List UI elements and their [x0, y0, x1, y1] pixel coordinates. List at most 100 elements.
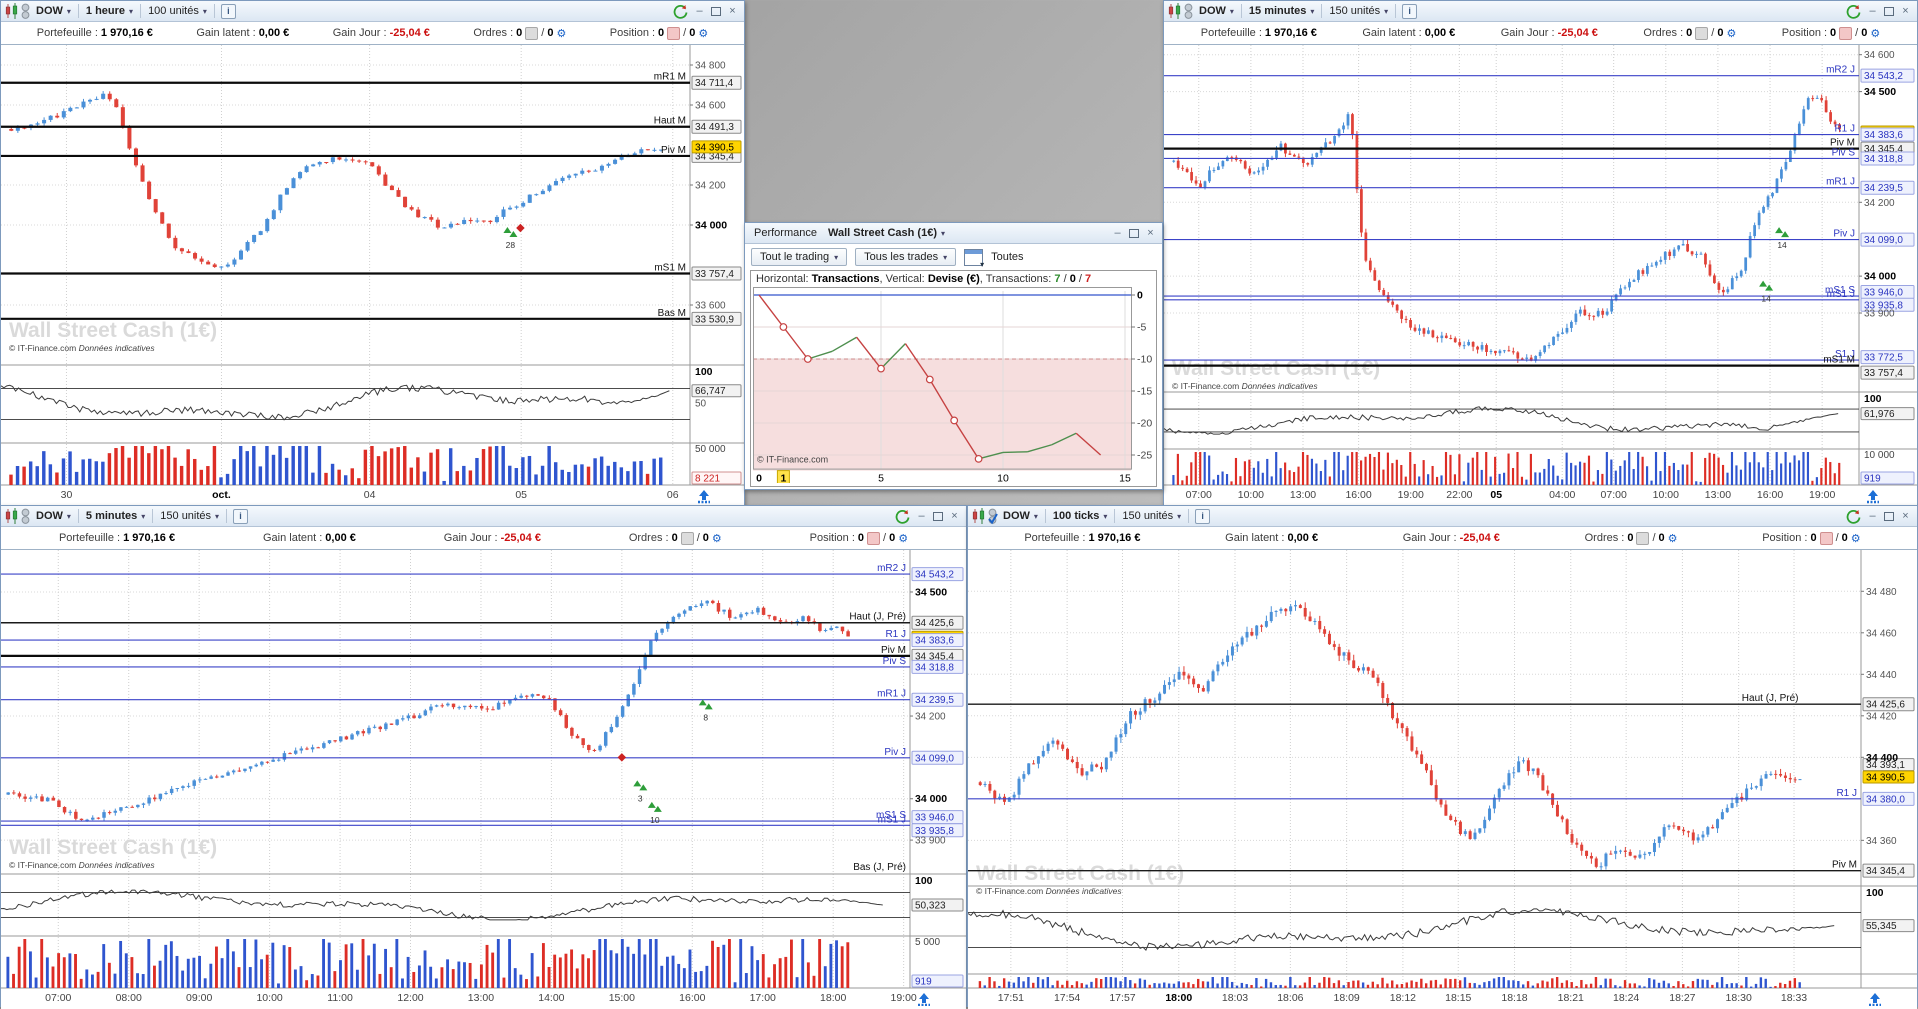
- refresh-sync-icon[interactable]: [895, 509, 910, 524]
- maximize-button[interactable]: [933, 511, 943, 521]
- maximize-button[interactable]: [1884, 6, 1894, 16]
- chart-canvas[interactable]: 30 oct. 04 05 06 Wall Street Cash (1€) © IT-Fi…: [0, 45, 744, 507]
- candlestick-logo-icon: [972, 508, 985, 524]
- position-label: Position :: [1762, 532, 1808, 544]
- close-button[interactable]: ×: [1144, 227, 1157, 239]
- x-axis-label: 12:00: [397, 992, 423, 1004]
- window-link-icon[interactable]: [20, 508, 31, 525]
- orders-list-icon[interactable]: [1695, 26, 1709, 40]
- instrument-dropdown[interactable]: DOW: [998, 509, 1043, 523]
- orders-settings-gear-icon[interactable]: ⚙: [712, 532, 722, 545]
- chart-svg[interactable]: 30 oct. 04 05 06 Wall Street Cash (1€)© IT-Fi…: [0, 45, 744, 504]
- window-link-icon[interactable]: [987, 508, 998, 525]
- chart-svg[interactable]: 17:51 17:54 17:57 18:00 18:03 18:06 18:09 18:12…: [967, 550, 1917, 1007]
- info-icon[interactable]: i: [220, 3, 236, 19]
- timeframe-dropdown[interactable]: 1 heure: [81, 4, 138, 18]
- position-close-icon[interactable]: [867, 531, 880, 545]
- buy-arrow-icon: [633, 780, 642, 787]
- orders-list-icon[interactable]: [680, 531, 694, 545]
- perf-y-tick: -20: [1137, 418, 1152, 430]
- minimize-button[interactable]: –: [1866, 510, 1879, 522]
- position-settings-gear-icon[interactable]: ⚙: [1870, 27, 1880, 40]
- level-label: mS1 J: [1827, 289, 1855, 300]
- x-axis-label: 13:00: [1290, 489, 1316, 501]
- orders-list-icon[interactable]: [525, 26, 539, 40]
- copyright: © IT-Finance.com Données indicatives: [9, 860, 155, 870]
- trade-count-label: 3: [638, 793, 643, 803]
- orders-list-icon[interactable]: [1636, 531, 1650, 545]
- position-count-2: 0: [1841, 532, 1848, 544]
- window-link-icon[interactable]: [1183, 3, 1194, 20]
- instrument-dropdown[interactable]: DOW: [31, 509, 76, 523]
- chart-window-15-minutes[interactable]: DOW 15 minutes 150 unités i – × Portefeuille :…: [1163, 0, 1918, 507]
- info-icon[interactable]: i: [233, 508, 249, 524]
- info-icon[interactable]: i: [1195, 508, 1211, 524]
- timeframe-dropdown[interactable]: 5 minutes: [81, 509, 150, 523]
- chart-canvas[interactable]: 07:00 10:00 13:00 16:00 19:00 22:00 05 04:00 07:…: [1163, 45, 1917, 507]
- orders-settings-gear-icon[interactable]: ⚙: [556, 27, 566, 40]
- timeframe-dropdown[interactable]: 15 minutes: [1244, 4, 1319, 18]
- chart-svg[interactable]: 07:00 08:00 09:00 10:00 11:00 12:00 13:00 14:00…: [0, 550, 966, 1007]
- position-close-icon[interactable]: [1839, 26, 1853, 40]
- chart-svg[interactable]: 07:00 10:00 13:00 16:00 19:00 22:00 05 04:00 07:…: [1163, 45, 1917, 504]
- units-dropdown[interactable]: 150 unités: [1324, 4, 1393, 18]
- orders-settings-gear-icon[interactable]: ⚙: [1668, 532, 1678, 545]
- maximize-button[interactable]: [1884, 511, 1894, 521]
- x-axis-label: 10:00: [1238, 489, 1264, 501]
- close-button[interactable]: ×: [726, 5, 739, 17]
- price-tick: 33 600: [695, 301, 726, 312]
- minimize-button[interactable]: –: [693, 5, 706, 17]
- close-button[interactable]: ×: [1899, 5, 1912, 17]
- account-statusbar: Portefeuille :1 970,16 € Gain latent :0,0…: [1, 527, 966, 550]
- position-close-icon[interactable]: [667, 26, 681, 40]
- svg-text:61,976: 61,976: [1864, 409, 1895, 420]
- instrument-dropdown[interactable]: DOW: [31, 4, 76, 18]
- refresh-sync-icon[interactable]: [673, 4, 688, 19]
- perf-x-tick: 5: [878, 473, 884, 483]
- calendar-icon[interactable]: [964, 248, 984, 269]
- scroll-to-latest-button[interactable]: [1869, 993, 1881, 1007]
- level-label: Haut M: [654, 116, 686, 127]
- performance-svg[interactable]: 0-5-10-15-20-250 1 5 10 15© IT-Finance.com: [751, 287, 1154, 486]
- chart-window-1-heure[interactable]: DOW 1 heure 100 unités i – × Portefeuille :1 9…: [0, 0, 745, 507]
- performance-chart[interactable]: 0 -5 -10 -15 -20 -25 0 1 5 10 15 © IT-Finance.com: [751, 287, 1156, 486]
- minimize-button[interactable]: –: [915, 510, 928, 522]
- chart-canvas[interactable]: 07:00 08:00 09:00 10:00 11:00 12:00 13:00 14:00…: [0, 550, 966, 1009]
- maximize-button[interactable]: [1129, 228, 1139, 238]
- info-icon[interactable]: i: [1402, 3, 1418, 19]
- minimize-button[interactable]: –: [1866, 5, 1879, 17]
- chart-window-100-ticks[interactable]: DOW100 ticks150 unitési–×Portefeuille :1…: [967, 505, 1918, 1009]
- timeframe-dropdown[interactable]: 100 ticks: [1048, 509, 1113, 523]
- candlestick-logo-icon: [1168, 3, 1181, 19]
- trade-point: [803, 355, 812, 363]
- units-dropdown[interactable]: 150 unités: [1117, 509, 1186, 523]
- chart-canvas[interactable]: 17:51 17:54 17:57 18:00 18:03 18:06 18:09 18:12…: [967, 550, 1917, 1009]
- position-settings-gear-icon[interactable]: ⚙: [898, 532, 908, 545]
- position-settings-gear-icon[interactable]: ⚙: [1851, 532, 1861, 545]
- close-button[interactable]: ×: [948, 510, 961, 522]
- window-link-icon[interactable]: [20, 3, 31, 20]
- scroll-to-latest-button[interactable]: [1867, 490, 1879, 504]
- position-settings-gear-icon[interactable]: ⚙: [698, 27, 708, 40]
- chart-window-5-minutes[interactable]: DOW 5 minutes 150 unités i – × Portefeuille :1…: [0, 505, 967, 1009]
- performance-instrument-select[interactable]: Wall Street Cash (1€): [823, 226, 950, 240]
- units-dropdown[interactable]: 100 unités: [143, 4, 212, 18]
- price-axis[interactable]: 34 480 34 460 34 440 34 420 34 400 34 360: [1861, 587, 1898, 847]
- instrument-dropdown[interactable]: DOW: [1194, 4, 1239, 18]
- level-label: Piv S: [1832, 147, 1856, 158]
- scroll-to-latest-button[interactable]: [698, 490, 710, 504]
- refresh-sync-icon[interactable]: [1846, 509, 1861, 524]
- orders-settings-gear-icon[interactable]: ⚙: [1726, 27, 1736, 40]
- watermark: Wall Street Cash (1€): [976, 862, 1184, 885]
- refresh-sync-icon[interactable]: [1846, 4, 1861, 19]
- minimize-button[interactable]: –: [1111, 227, 1124, 239]
- trading-filter-dropdown[interactable]: Tout le trading: [751, 248, 848, 266]
- maximize-button[interactable]: [711, 6, 721, 16]
- rsi-indicator: 100 50,323: [0, 875, 964, 921]
- units-dropdown[interactable]: 150 unités: [155, 509, 224, 523]
- position-close-icon[interactable]: [1819, 531, 1833, 545]
- close-button[interactable]: ×: [1899, 510, 1912, 522]
- scroll-to-latest-button[interactable]: [918, 993, 930, 1007]
- trades-filter-dropdown[interactable]: Tous les trades: [855, 248, 957, 266]
- performance-window[interactable]: Performance Wall Street Cash (1€) – × To…: [744, 222, 1163, 490]
